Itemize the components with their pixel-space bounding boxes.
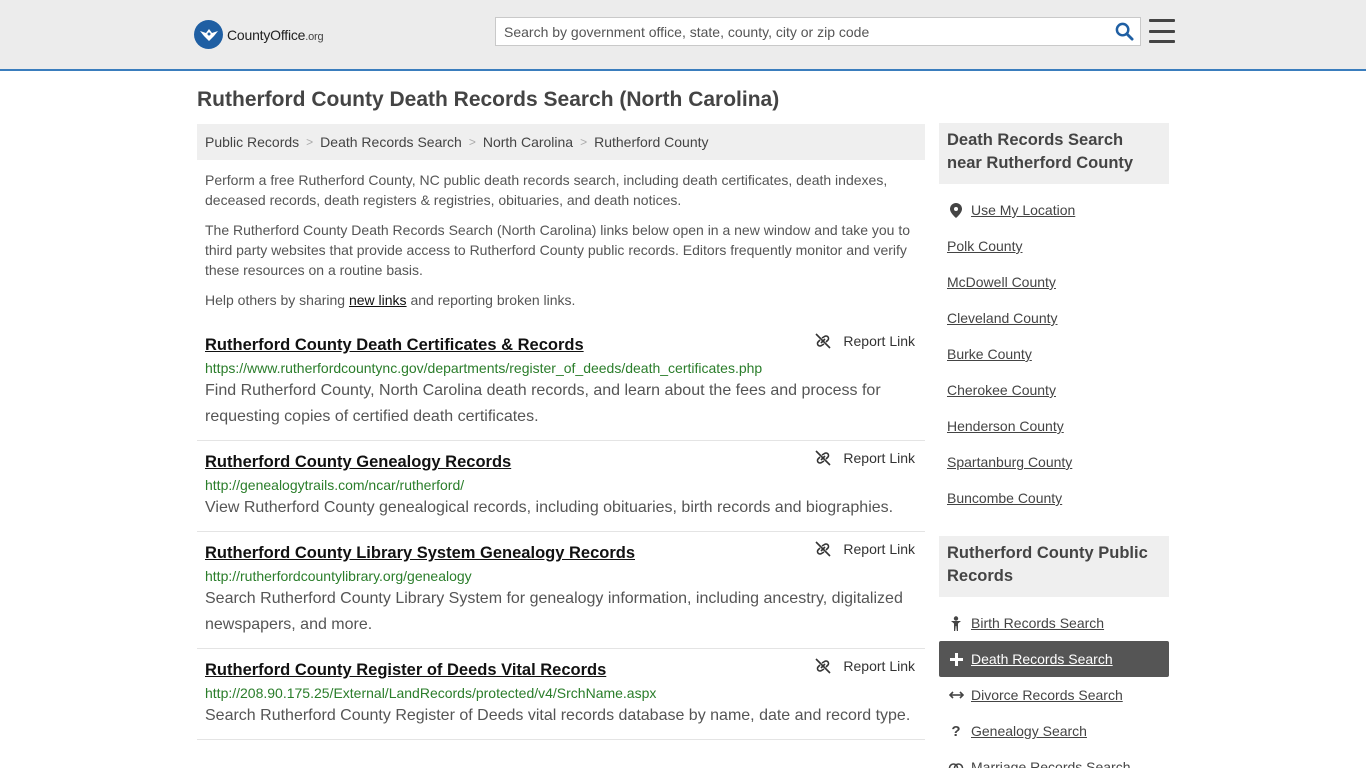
- result-item: Rutherford County Register of Deeds Vita…: [197, 649, 925, 740]
- nearby-county-link[interactable]: Cleveland County: [947, 310, 1058, 326]
- birth-records-item[interactable]: Birth Records Search: [939, 605, 1169, 641]
- broken-link-icon: [815, 541, 831, 557]
- plus-icon: [947, 652, 965, 666]
- intro-paragraph-1: Perform a free Rutherford County, NC pub…: [205, 172, 888, 208]
- death-records-link[interactable]: Death Records Search: [971, 651, 1113, 667]
- breadcrumb-public-records[interactable]: Public Records: [205, 134, 299, 150]
- intro-share-text: Help others by sharing: [205, 292, 349, 308]
- public-records-list: Birth Records Search Death Records Searc…: [939, 605, 1169, 768]
- nearby-county-item[interactable]: Henderson County: [939, 408, 1169, 444]
- search-box: [495, 17, 1141, 46]
- map-marker-icon: [947, 202, 965, 218]
- result-title-link[interactable]: Rutherford County Genealogy Records: [205, 451, 917, 473]
- nearby-county-link[interactable]: Burke County: [947, 346, 1032, 362]
- intro-text: Perform a free Rutherford County, NC pub…: [205, 170, 917, 320]
- nearby-county-item[interactable]: Cherokee County: [939, 372, 1169, 408]
- result-description: Search Rutherford County Register of Dee…: [205, 707, 911, 724]
- page-title: Rutherford County Death Records Search (…: [197, 88, 780, 111]
- marriage-records-item[interactable]: Marriage Records Search: [939, 749, 1169, 768]
- person-icon: [947, 615, 965, 631]
- nearby-county-link[interactable]: Buncombe County: [947, 490, 1062, 506]
- report-link-button[interactable]: Report Link: [815, 658, 915, 674]
- chevron-right-icon: >: [306, 135, 314, 149]
- broken-link-icon: [815, 333, 831, 349]
- use-my-location-item[interactable]: Use My Location: [939, 192, 1169, 228]
- nearby-county-item[interactable]: Cleveland County: [939, 300, 1169, 336]
- nearby-county-item[interactable]: Polk County: [939, 228, 1169, 264]
- hamburger-menu-icon[interactable]: [1149, 19, 1175, 43]
- result-item: Rutherford County Library System Genealo…: [197, 532, 925, 649]
- result-url[interactable]: https://www.rutherfordcountync.gov/depar…: [205, 359, 917, 377]
- birth-records-link[interactable]: Birth Records Search: [971, 615, 1104, 631]
- nearby-list: Use My Location Polk County McDowell Cou…: [939, 192, 1169, 516]
- result-title-link[interactable]: Rutherford County Library System Genealo…: [205, 542, 917, 564]
- report-link-button[interactable]: Report Link: [815, 333, 915, 349]
- divorce-records-item[interactable]: Divorce Records Search: [939, 677, 1169, 713]
- report-link-button[interactable]: Report Link: [815, 541, 915, 557]
- nearby-county-link[interactable]: Polk County: [947, 238, 1022, 254]
- result-url[interactable]: http://genealogytrails.com/ncar/rutherfo…: [205, 476, 917, 494]
- eagle-seal-icon: [194, 20, 223, 49]
- search-input[interactable]: [496, 18, 1108, 45]
- genealogy-search-item[interactable]: ? Genealogy Search: [939, 713, 1169, 749]
- report-link-label: Report Link: [843, 333, 915, 349]
- chevron-right-icon: >: [468, 135, 476, 149]
- new-links-link[interactable]: new links: [349, 292, 407, 308]
- result-description: View Rutherford County genealogical reco…: [205, 499, 894, 516]
- death-records-item[interactable]: Death Records Search: [939, 641, 1169, 677]
- chevron-right-icon: >: [580, 135, 588, 149]
- report-link-label: Report Link: [843, 450, 915, 466]
- result-description: Search Rutherford County Library System …: [205, 590, 903, 633]
- intro-paragraph-2: The Rutherford County Death Records Sear…: [205, 222, 911, 278]
- divorce-records-link[interactable]: Divorce Records Search: [971, 687, 1123, 703]
- rings-icon: [947, 761, 965, 768]
- search-icon: [1115, 22, 1134, 41]
- question-icon: ?: [951, 722, 961, 740]
- site-header: CountyOffice.org: [0, 0, 1366, 71]
- broken-link-icon: [815, 658, 831, 674]
- nearby-county-item[interactable]: McDowell County: [939, 264, 1169, 300]
- nearby-county-link[interactable]: Spartanburg County: [947, 454, 1072, 470]
- breadcrumb-death-records-search[interactable]: Death Records Search: [320, 134, 462, 150]
- nearby-county-link[interactable]: Cherokee County: [947, 382, 1056, 398]
- marriage-records-link[interactable]: Marriage Records Search: [971, 759, 1131, 768]
- nearby-county-link[interactable]: McDowell County: [947, 274, 1056, 290]
- broken-link-icon: [815, 450, 831, 466]
- breadcrumb-rutherford-county[interactable]: Rutherford County: [594, 134, 708, 150]
- nearby-county-item[interactable]: Buncombe County: [939, 480, 1169, 516]
- report-link-label: Report Link: [843, 658, 915, 674]
- breadcrumb: Public Records > Death Records Search > …: [197, 124, 925, 160]
- report-link-button[interactable]: Report Link: [815, 450, 915, 466]
- public-records-heading: Rutherford County Public Records: [939, 536, 1169, 597]
- nearby-county-item[interactable]: Spartanburg County: [939, 444, 1169, 480]
- nearby-county-link[interactable]: Henderson County: [947, 418, 1064, 434]
- nearby-heading: Death Records Search near Rutherford Cou…: [939, 123, 1169, 184]
- logo-name: CountyOffice: [227, 26, 306, 43]
- result-item: Rutherford County Death Certificates & R…: [197, 324, 925, 441]
- intro-report-text: and reporting broken links.: [406, 292, 576, 308]
- results-list: Rutherford County Death Certificates & R…: [197, 324, 925, 740]
- result-item: Rutherford County Genealogy Records Repo…: [197, 441, 925, 532]
- breadcrumb-north-carolina[interactable]: North Carolina: [483, 134, 573, 150]
- split-arrows-icon: [947, 690, 965, 700]
- result-url[interactable]: http://208.90.175.25/External/LandRecord…: [205, 684, 917, 702]
- result-description: Find Rutherford County, North Carolina d…: [205, 382, 881, 425]
- result-title-link[interactable]: Rutherford County Death Certificates & R…: [205, 334, 917, 356]
- logo-tld: .org: [305, 30, 324, 43]
- result-title-link[interactable]: Rutherford County Register of Deeds Vita…: [205, 659, 917, 681]
- logo-text: CountyOffice.org: [227, 26, 324, 43]
- intro-paragraph-3: Help others by sharing new links and rep…: [205, 290, 917, 310]
- nearby-county-item[interactable]: Burke County: [939, 336, 1169, 372]
- use-my-location-link[interactable]: Use My Location: [971, 202, 1075, 218]
- search-button[interactable]: [1108, 18, 1140, 45]
- genealogy-search-link[interactable]: Genealogy Search: [971, 723, 1087, 739]
- result-url[interactable]: http://rutherfordcountylibrary.org/genea…: [205, 567, 917, 585]
- site-logo[interactable]: CountyOffice.org: [194, 20, 324, 49]
- report-link-label: Report Link: [843, 541, 915, 557]
